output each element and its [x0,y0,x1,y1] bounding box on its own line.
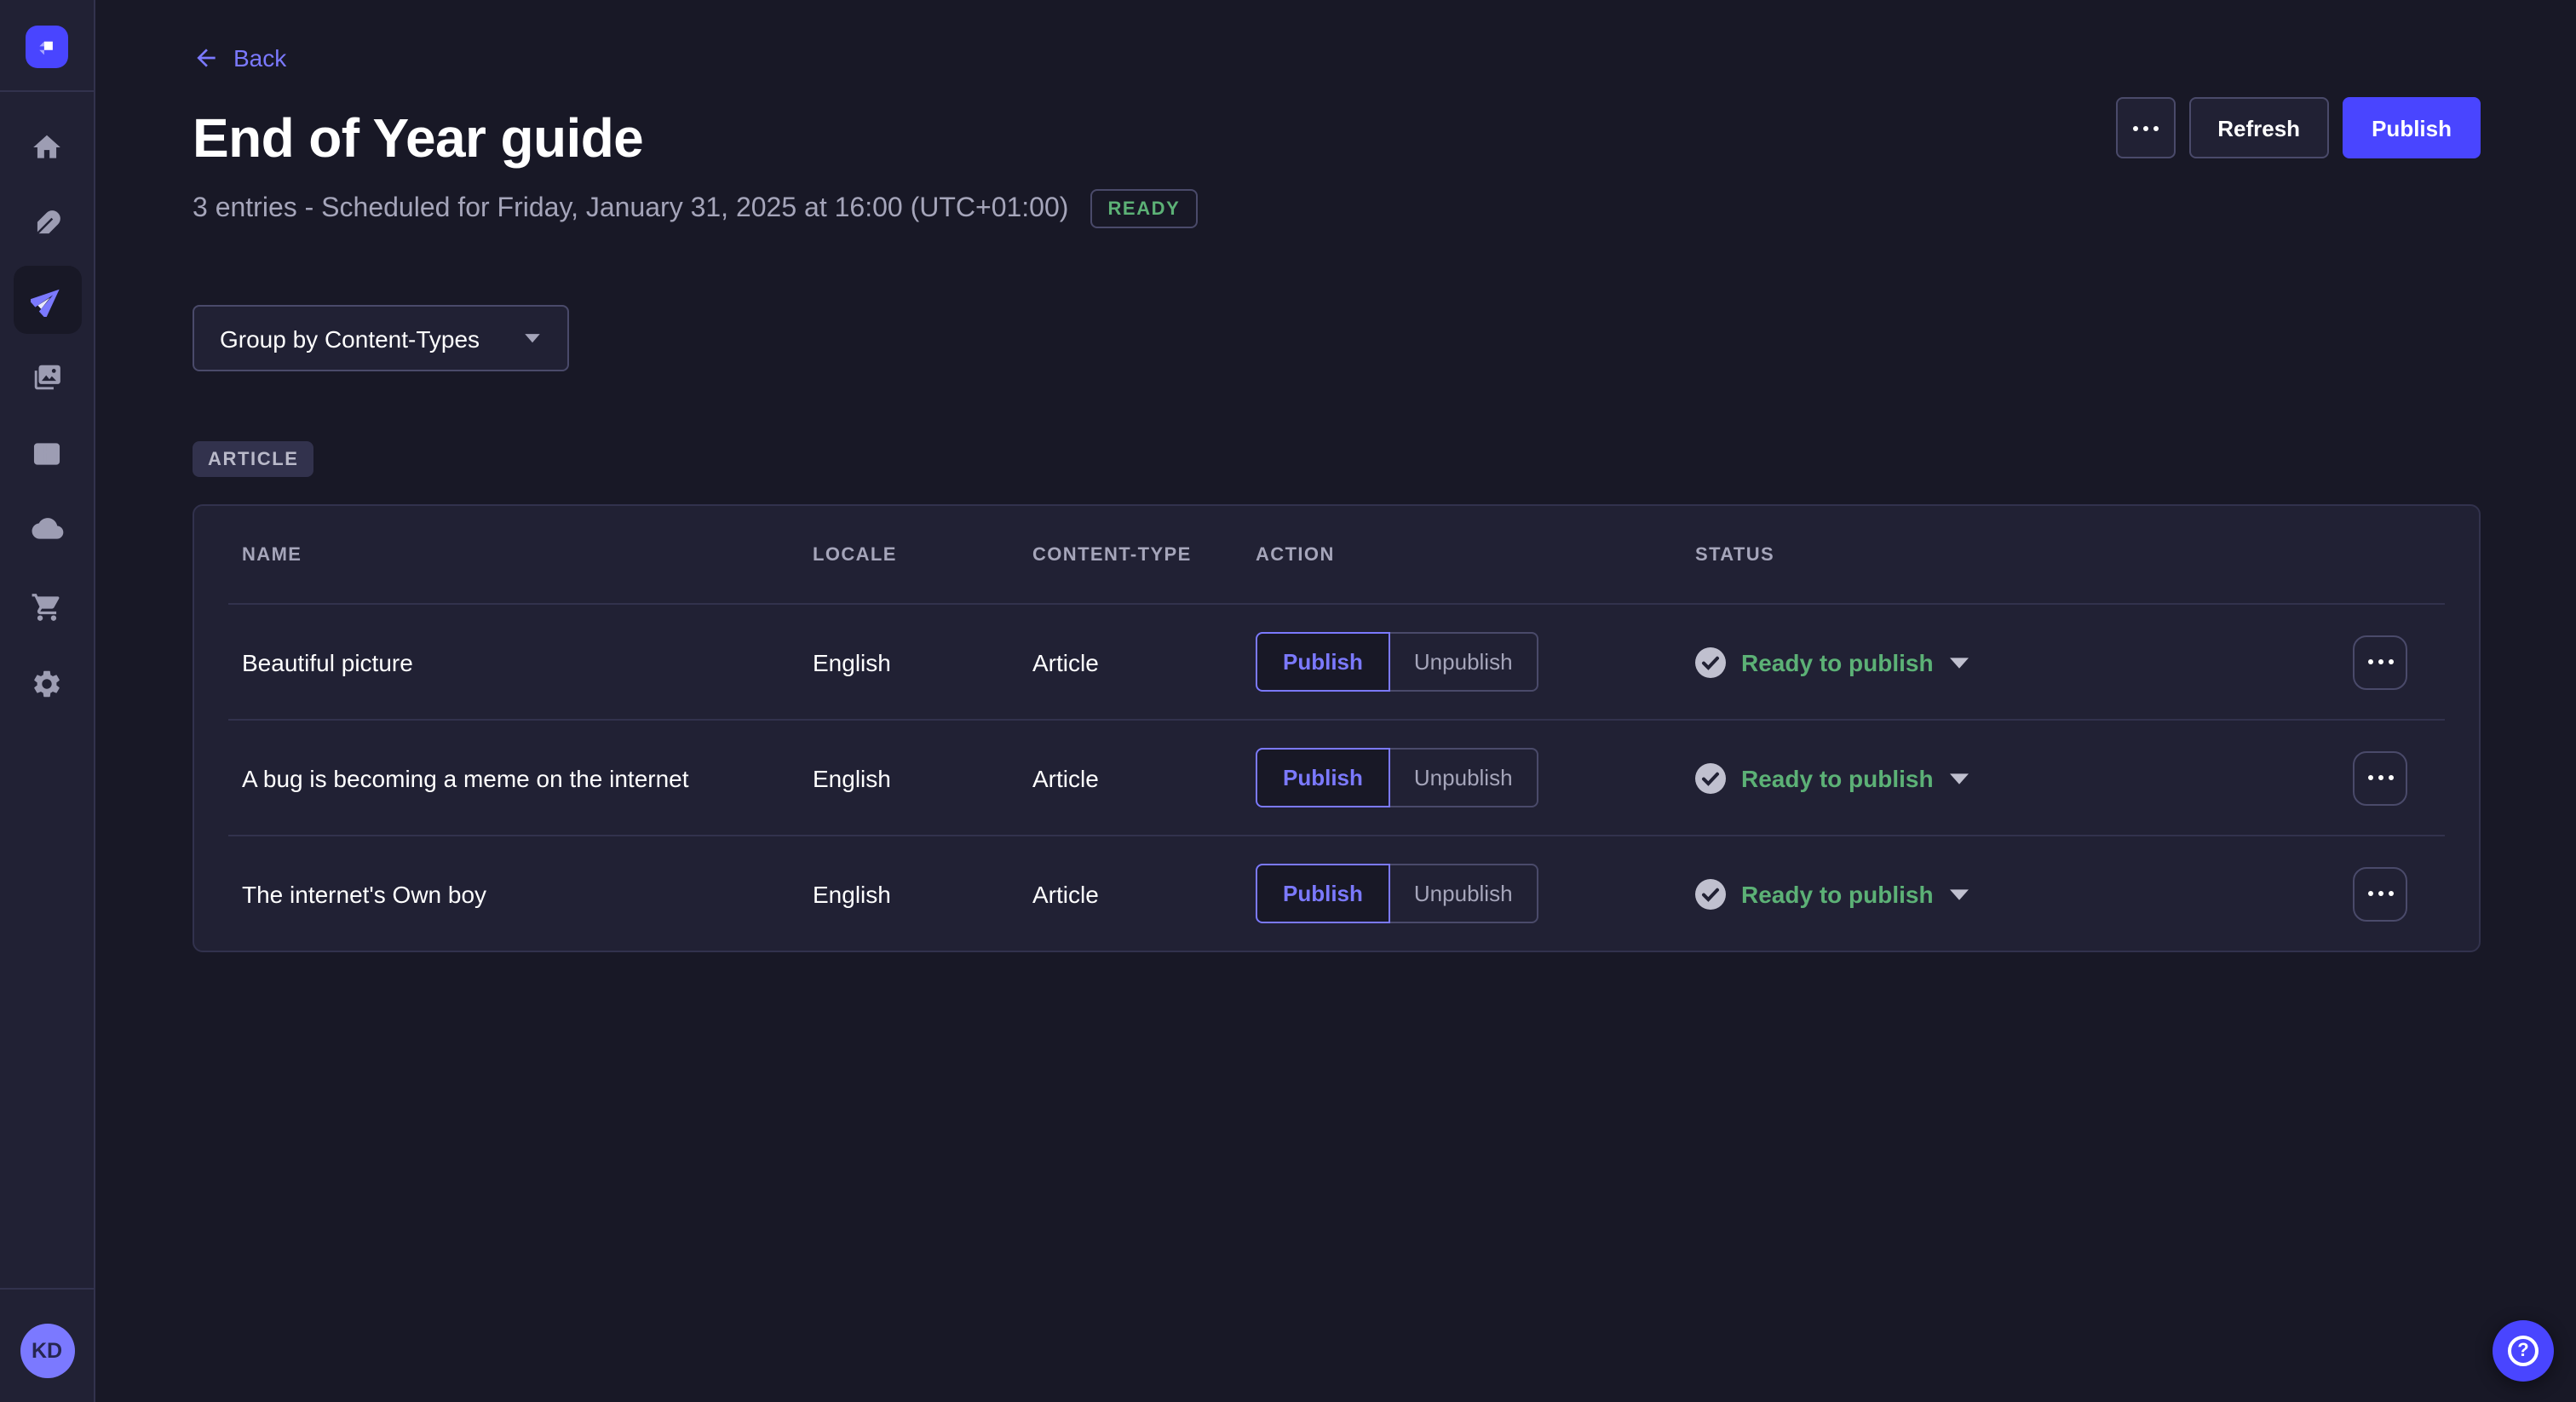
main-content: Back End of Year guide 3 entries - Sched… [95,0,2576,1402]
entry-content-type: Article [1032,880,1256,907]
sidebar-item-media-library[interactable] [13,342,81,411]
home-icon [31,130,63,163]
header-left: Back End of Year guide 3 entries - Sched… [193,44,1197,228]
sidebar: KD [0,0,95,1402]
gear-icon [31,667,63,699]
sidebar-nav [13,92,81,717]
layout-icon [31,437,63,469]
entry-content-type: Article [1032,764,1256,791]
entry-locale: English [813,648,1032,675]
sidebar-item-settings[interactable] [13,649,81,717]
column-header-status: STATUS [1695,544,2353,565]
user-avatar[interactable]: KD [20,1324,74,1378]
strapi-logo-icon [34,34,60,60]
page-title: End of Year guide [193,107,1197,170]
chevron-down-icon [1949,887,1969,900]
images-icon [31,360,63,393]
sidebar-item-home[interactable] [13,112,81,181]
chevron-down-icon [523,332,542,344]
arrow-left-icon [193,44,220,72]
group-by-select[interactable]: Group by Content-Types [193,305,569,371]
table-row: Beautiful picture English Article Publis… [194,605,2479,719]
sidebar-item-cloud[interactable] [13,496,81,564]
entry-name: The internet's Own boy [242,880,813,907]
sidebar-item-releases[interactable] [13,266,81,334]
ellipsis-icon [2367,775,2393,780]
check-circle-icon [1695,878,1726,909]
subtitle-row: 3 entries - Scheduled for Friday, Januar… [193,189,1197,228]
status-label: Ready to publish [1741,648,1934,675]
sidebar-item-marketplace[interactable] [13,572,81,641]
entry-locale: English [813,880,1032,907]
status-label: Ready to publish [1741,880,1934,907]
chevron-down-icon [1949,655,1969,669]
table-header-row: NAME LOCALE CONTENT-TYPE ACTION STATUS [194,506,2479,603]
ellipsis-icon [2132,125,2158,130]
ellipsis-icon [2367,659,2393,664]
ellipsis-icon [2367,891,2393,896]
sidebar-item-content-manager[interactable] [13,189,81,257]
more-options-button[interactable] [2115,97,2175,158]
back-link[interactable]: Back [193,44,286,72]
status-badge: READY [1090,189,1197,228]
group-by-label: Group by Content-Types [220,325,480,352]
publish-action-button[interactable]: Publish [1256,632,1390,692]
status-dropdown[interactable]: Ready to publish [1695,762,2353,793]
entry-name: A bug is becoming a meme on the internet [242,764,813,791]
row-more-button[interactable] [2353,750,2407,805]
entry-name: Beautiful picture [242,648,813,675]
sidebar-bottom-divider [0,1288,94,1290]
entries-table: NAME LOCALE CONTENT-TYPE ACTION STATUS B… [193,504,2481,952]
check-circle-icon [1695,646,1726,677]
unpublish-action-button[interactable]: Unpublish [1390,632,1538,692]
unpublish-action-button[interactable]: Unpublish [1390,864,1538,923]
help-button[interactable]: ? [2493,1320,2554,1382]
publish-action-button[interactable]: Publish [1256,748,1390,807]
entry-content-type: Article [1032,648,1256,675]
refresh-button[interactable]: Refresh [2188,97,2329,158]
column-header-name: NAME [242,544,813,565]
unpublish-action-button[interactable]: Unpublish [1390,748,1538,807]
column-header-action: ACTION [1256,544,1695,565]
action-segmented-control: Publish Unpublish [1256,864,1695,923]
table-row: The internet's Own boy English Article P… [194,836,2479,951]
status-dropdown[interactable]: Ready to publish [1695,646,2353,677]
back-label: Back [233,44,286,72]
row-more-button[interactable] [2353,866,2407,921]
column-header-locale: LOCALE [813,544,1032,565]
action-segmented-control: Publish Unpublish [1256,632,1695,692]
status-dropdown[interactable]: Ready to publish [1695,878,2353,909]
paper-plane-icon [30,283,64,317]
status-label: Ready to publish [1741,764,1934,791]
sidebar-item-content-type-builder[interactable] [13,419,81,487]
sidebar-bottom: KD [0,1288,94,1402]
action-segmented-control: Publish Unpublish [1256,748,1695,807]
page-header: Back End of Year guide 3 entries - Sched… [193,44,2481,228]
strapi-logo[interactable] [26,26,68,68]
publish-button[interactable]: Publish [2343,97,2481,158]
release-subtitle: 3 entries - Scheduled for Friday, Januar… [193,193,1068,224]
feather-icon [31,207,63,239]
header-actions: Refresh Publish [2115,97,2481,158]
table-row: A bug is becoming a meme on the internet… [194,721,2479,835]
group-label-article: ARTICLE [193,441,314,477]
publish-action-button[interactable]: Publish [1256,864,1390,923]
check-circle-icon [1695,762,1726,793]
app-root: KD Back End of Year guide 3 entries - Sc… [0,0,2576,1402]
cart-icon [31,590,63,623]
column-header-content-type: CONTENT-TYPE [1032,544,1256,565]
cloud-icon [30,513,64,547]
question-icon: ? [2508,1336,2539,1366]
row-more-button[interactable] [2353,635,2407,689]
entry-locale: English [813,764,1032,791]
chevron-down-icon [1949,771,1969,784]
